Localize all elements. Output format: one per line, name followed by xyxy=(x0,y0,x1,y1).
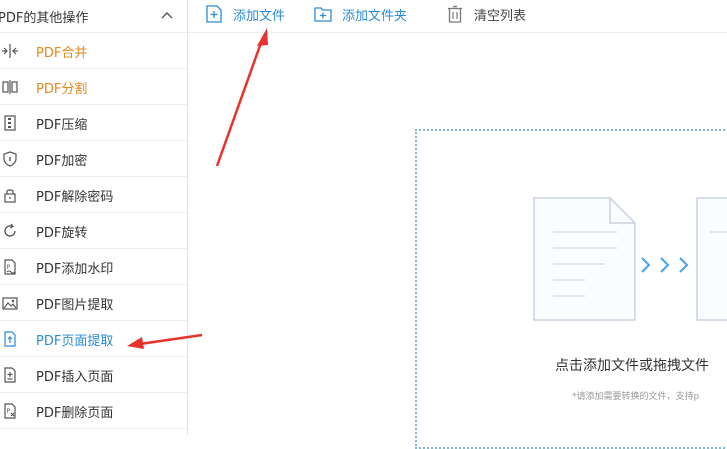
chevrons-right-icon xyxy=(641,257,689,273)
drop-zone-main-text: 点击添加文件或拖拽文件 xyxy=(555,358,709,374)
drop-zone-hint-text: *请添加需要转换的文件，支持p xyxy=(572,392,700,402)
target-document-icon xyxy=(696,197,727,321)
document-icon xyxy=(533,197,636,321)
